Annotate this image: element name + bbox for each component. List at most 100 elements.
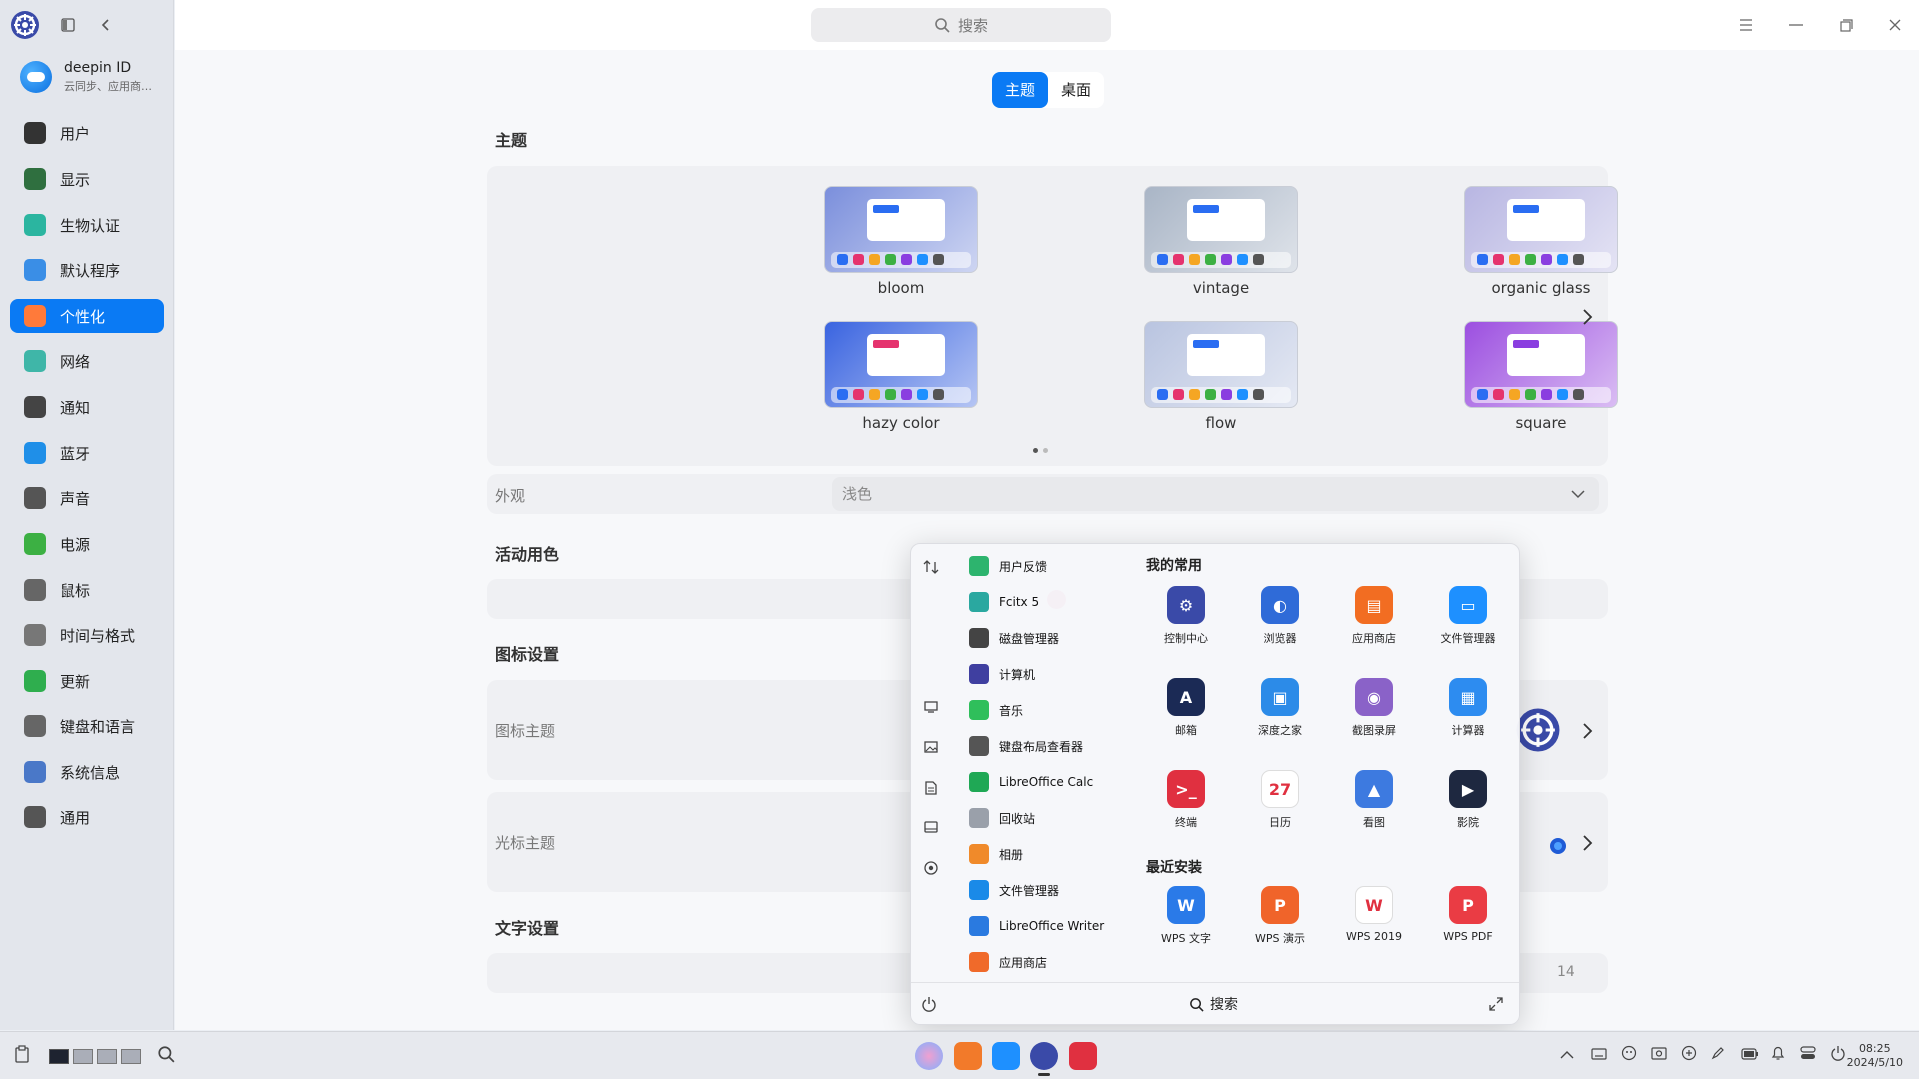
launcher-list-item[interactable]: 磁盘管理器 [969, 626, 1059, 650]
page-dot-active[interactable] [1033, 448, 1038, 453]
launcher-app[interactable]: P WPS PDF [1428, 886, 1508, 943]
keyboard-tray-icon[interactable] [1591, 1045, 1613, 1067]
favorites-title: 我的常用 [1146, 558, 1202, 574]
fullscreen-icon[interactable] [1489, 996, 1505, 1012]
workspace-1[interactable] [49, 1049, 69, 1064]
launcher-list-item[interactable]: LibreOffice Writer [969, 914, 1104, 938]
desktop-icon[interactable] [923, 821, 939, 837]
launcher-list-item[interactable]: 回收站 [969, 806, 1035, 830]
launcher-app[interactable]: ▤ 应用商店 [1334, 586, 1414, 646]
launcher-app[interactable]: ⚙ 控制中心 [1146, 586, 1226, 646]
theme-tile[interactable]: vintage [1144, 186, 1298, 297]
tray-expand-icon[interactable] [1560, 1045, 1582, 1067]
minimize-icon[interactable] [1785, 14, 1807, 36]
control-center-dock-icon[interactable] [1030, 1042, 1058, 1070]
launcher-app[interactable]: ▭ 文件管理器 [1428, 586, 1508, 646]
theme-tile[interactable]: flow [1144, 321, 1298, 432]
theme-tile[interactable]: hazy color [824, 321, 978, 432]
launcher-dock-icon[interactable] [915, 1042, 943, 1070]
workspace-3[interactable] [97, 1049, 117, 1064]
launcher-list-item[interactable]: LibreOffice Calc [969, 770, 1093, 794]
multitask-dock-icon[interactable] [954, 1042, 982, 1070]
launcher-list-item[interactable]: Fcitx 5 [969, 590, 1039, 614]
sidebar-item[interactable]: 蓝牙 [10, 436, 164, 470]
control-panel-tray-icon[interactable] [1800, 1045, 1822, 1067]
computer-icon[interactable] [923, 701, 939, 717]
workspace-2[interactable] [73, 1049, 93, 1064]
launcher-app[interactable]: ◉ 截图录屏 [1334, 678, 1414, 738]
assistant-tray-icon[interactable] [1621, 1045, 1643, 1067]
launcher-app[interactable]: ▶ 影院 [1428, 770, 1508, 830]
notification-tray-icon[interactable] [1771, 1045, 1793, 1067]
app-icon [969, 916, 989, 936]
clipboard-icon[interactable] [14, 1045, 36, 1067]
screenshot-tray-icon[interactable] [1651, 1045, 1673, 1067]
sidebar-item-label: 通用 [60, 808, 91, 827]
sidebar-item[interactable]: 电源 [10, 527, 164, 561]
search-icon[interactable] [157, 1045, 179, 1067]
theme-tile[interactable]: bloom [824, 186, 978, 297]
workspace-4[interactable] [121, 1049, 141, 1064]
launcher-list-item[interactable]: 计算机 [969, 662, 1035, 686]
pictures-icon[interactable] [923, 741, 939, 757]
sidebar-item[interactable]: 个性化 [10, 299, 164, 333]
launcher-app[interactable]: W WPS 文字 [1146, 886, 1226, 946]
sidebar-item[interactable]: 键盘和语言 [10, 709, 164, 743]
sidebar-item[interactable]: 时间与格式 [10, 618, 164, 652]
tab-theme[interactable]: 主题 [992, 72, 1049, 108]
sidebar-item[interactable]: 默认程序 [10, 253, 164, 287]
documents-icon[interactable] [923, 781, 939, 797]
sidebar-item[interactable]: 用户 [10, 116, 164, 150]
grand-search-tray-icon[interactable] [1681, 1045, 1703, 1067]
sort-icon[interactable] [923, 559, 939, 575]
terminal-dock-icon[interactable] [1069, 1042, 1097, 1070]
file-manager-dock-icon[interactable] [992, 1042, 1020, 1070]
launcher-app[interactable]: A 邮箱 [1146, 678, 1226, 738]
back-icon[interactable] [96, 15, 116, 35]
sidebar-item[interactable]: 系统信息 [10, 755, 164, 789]
launcher-search-button[interactable]: 搜索 [1189, 994, 1238, 1014]
search-input[interactable]: 搜索 [811, 8, 1111, 42]
launcher-app[interactable]: ▲ 看图 [1334, 770, 1414, 830]
launcher-list-item[interactable]: 相册 [969, 842, 1023, 866]
sidebar-toggle-icon[interactable] [58, 15, 78, 35]
sidebar-item[interactable]: 通用 [10, 800, 164, 834]
launcher-app[interactable]: ◐ 浏览器 [1240, 586, 1320, 646]
theme-tile[interactable]: organic glass [1464, 186, 1618, 297]
launcher-list-item[interactable]: 音乐 [969, 698, 1023, 722]
launcher-app[interactable]: W WPS 2019 [1334, 886, 1414, 943]
sidebar-item[interactable]: 生物认证 [10, 208, 164, 242]
launcher-list-item[interactable]: 用户反馈 [969, 554, 1047, 578]
launcher-app[interactable]: >_ 终端 [1146, 770, 1226, 830]
preview-dock-app-icon [853, 254, 864, 265]
tab-desktop[interactable]: 桌面 [1048, 72, 1104, 108]
sidebar-item[interactable]: 显示 [10, 162, 164, 196]
deepin-id-entry[interactable]: deepin ID 云同步、应用商… [20, 60, 152, 94]
maximize-icon[interactable] [1835, 14, 1857, 36]
clock[interactable]: 08:25 2024/5/10 [1847, 1042, 1903, 1070]
launcher-list-item[interactable]: 应用商店 [969, 950, 1047, 974]
close-icon[interactable] [1884, 14, 1906, 36]
power-icon[interactable] [921, 996, 937, 1012]
preview-dock-app-icon [1477, 254, 1488, 265]
sidebar-item[interactable]: 声音 [10, 481, 164, 515]
sidebar-item[interactable]: 鼠标 [10, 573, 164, 607]
appearance-select[interactable]: 浅色 [832, 477, 1599, 511]
sidebar-item[interactable]: 更新 [10, 664, 164, 698]
launcher-app[interactable]: P WPS 演示 [1240, 886, 1320, 946]
next-page-chevron-icon[interactable] [1581, 308, 1597, 325]
pen-tray-icon[interactable] [1711, 1045, 1733, 1067]
launcher-list-item[interactable]: 键盘布局查看器 [969, 734, 1083, 758]
launcher-app[interactable]: ▦ 计算器 [1428, 678, 1508, 738]
battery-tray-icon[interactable] [1741, 1045, 1763, 1067]
sidebar-item[interactable]: 通知 [10, 390, 164, 424]
launcher-app[interactable]: ▣ 深度之家 [1240, 678, 1320, 738]
launcher-list-item[interactable]: 文件管理器 [969, 878, 1059, 902]
settings-icon[interactable] [923, 861, 939, 877]
page-dot[interactable] [1043, 448, 1048, 453]
launcher-app[interactable]: 27 日历 [1240, 770, 1320, 830]
sidebar-item[interactable]: 网络 [10, 344, 164, 378]
sidebar-item-label: 更新 [60, 672, 91, 691]
menu-icon[interactable] [1735, 14, 1757, 36]
theme-tile[interactable]: square [1464, 321, 1618, 432]
